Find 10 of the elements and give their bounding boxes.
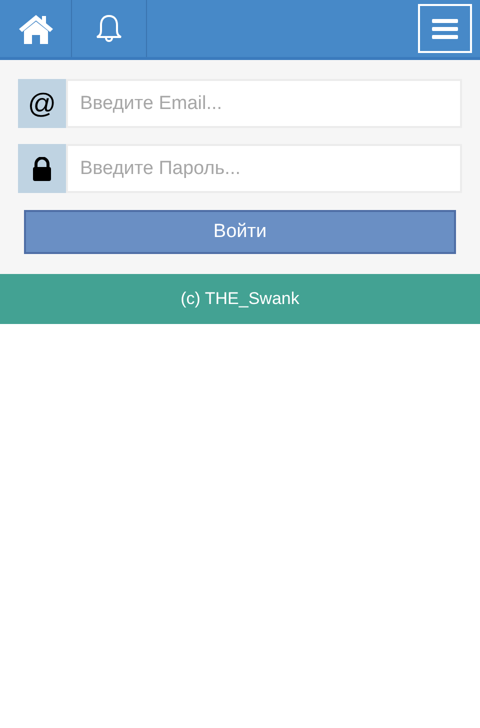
menu-button[interactable] (418, 4, 472, 53)
password-field[interactable]: Введите Пароль... (66, 144, 462, 193)
home-icon (18, 14, 54, 44)
login-button[interactable]: Войти (24, 210, 456, 254)
bell-icon (94, 14, 124, 44)
copyright-text: (c) THE_Swank (180, 288, 300, 310)
menu-icon (432, 18, 458, 40)
email-field[interactable]: Введите Email... (66, 79, 462, 128)
lock-icon (32, 156, 52, 180)
email-addon: @ (18, 79, 66, 128)
